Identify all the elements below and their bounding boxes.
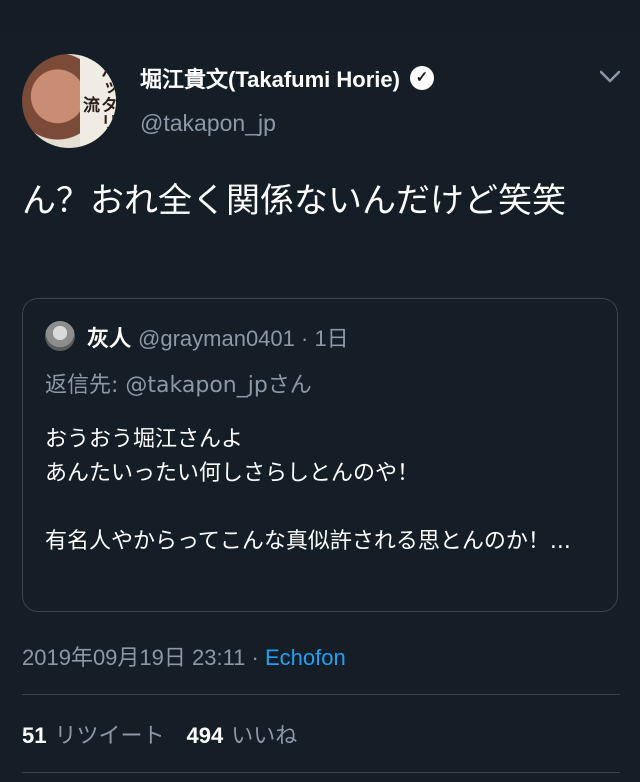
verified-badge-icon: ✓ — [409, 66, 434, 90]
timestamp[interactable]: 2019年09月19日 23:11 — [22, 645, 245, 670]
retweets-count: 51 — [22, 723, 47, 748]
source-app-link[interactable]: Echofon — [265, 645, 346, 670]
avatar-book-cover: ハッタリの流 — [79, 54, 116, 148]
author-name-text: 堀江貴文(Takafumi Horie) — [140, 67, 400, 92]
tweet-stats: 51 リツイート 494 いいね — [22, 718, 319, 750]
quoted-tweet[interactable]: 灰人 @grayman0401 · 1日 返信先: @takapon_jpさん … — [22, 298, 618, 612]
quoted-reply-to: 返信先: @takapon_jpさん — [45, 373, 312, 398]
meta-separator: · — [245, 645, 265, 670]
divider — [22, 694, 620, 695]
author-handle[interactable]: @takapon_jp — [140, 110, 276, 137]
tweet-meta: 2019年09月19日 23:11 · Echofon — [22, 640, 346, 672]
chevron-down-icon[interactable] — [596, 62, 624, 90]
quoted-author-name: 灰人 — [87, 327, 132, 352]
author-name[interactable]: 堀江貴文(Takafumi Horie) ✓ — [140, 62, 434, 94]
quoted-time: · 1日 — [294, 326, 349, 351]
quoted-author-handle: @grayman0401 — [138, 326, 295, 351]
likes-label: いいね — [231, 724, 298, 749]
quoted-avatar[interactable] — [45, 321, 75, 351]
quoted-header: 灰人 @grayman0401 · 1日 — [87, 321, 349, 353]
quoted-text: おうおう堀江さんよ あんたいったい何しさらしとんのや！ 有名人やからってこんな真… — [45, 427, 571, 554]
top-bar — [0, 0, 640, 34]
divider-bottom — [22, 772, 620, 773]
author-avatar[interactable]: ハッタリの流 — [22, 54, 116, 148]
tweet-text: ん？おれ全く関係ないんだけど笑笑 — [22, 181, 566, 221]
retweets-label: リツイート — [54, 724, 165, 749]
likes-count: 494 — [186, 723, 224, 748]
retweets-stat[interactable]: 51 リツイート — [22, 723, 187, 749]
likes-stat[interactable]: 494 いいね — [186, 723, 320, 749]
